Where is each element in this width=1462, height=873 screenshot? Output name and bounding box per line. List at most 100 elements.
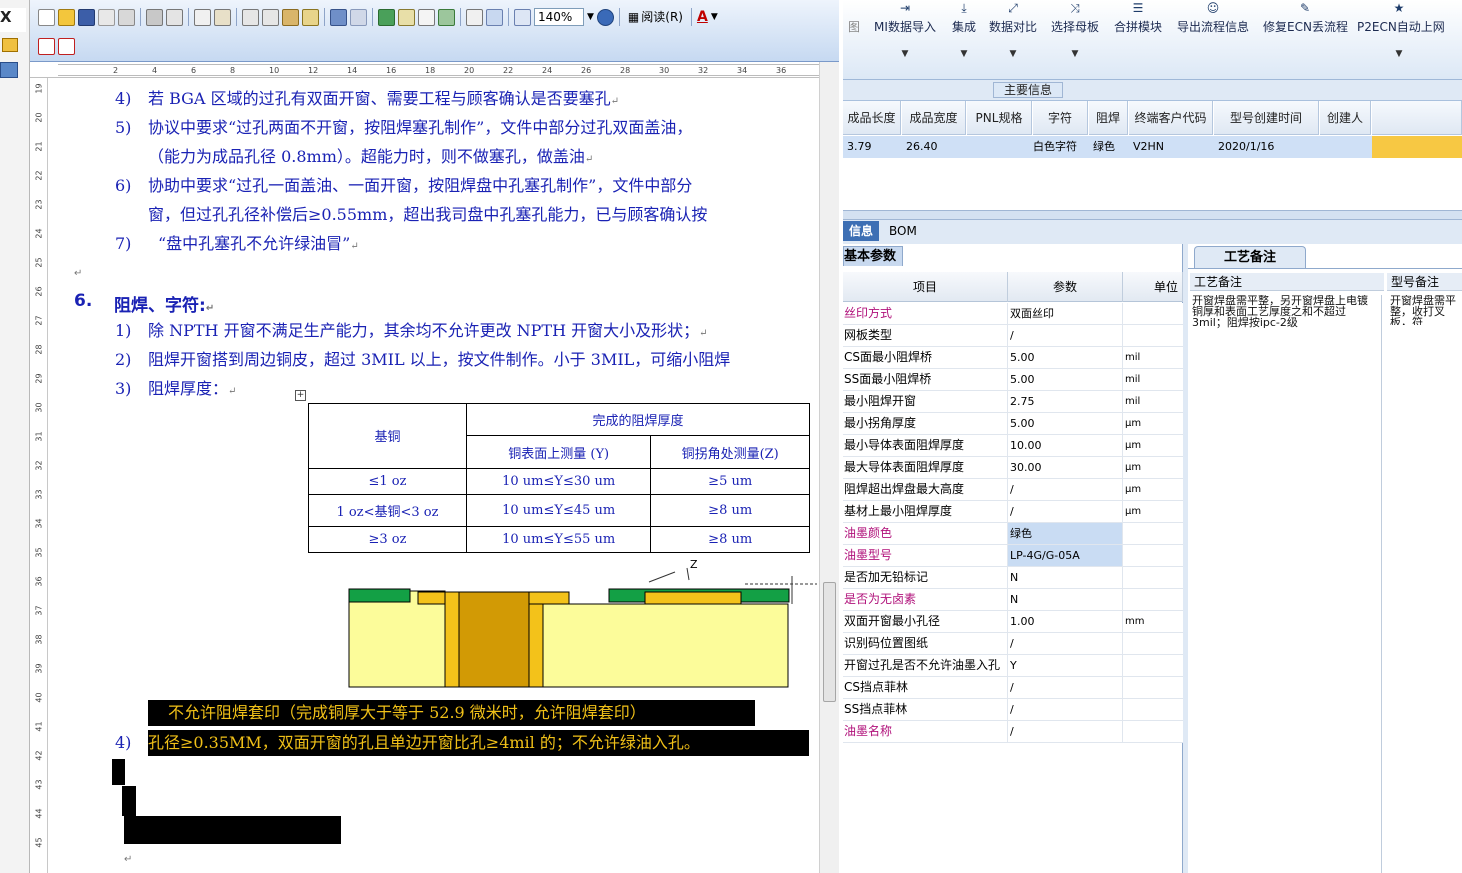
email-icon[interactable] — [118, 8, 135, 26]
p2ecn-auto-online-button[interactable]: ★ P2ECN自动上网 ▼ — [1357, 0, 1445, 70]
select-motherboard-button[interactable]: ⤨ 选择母板 ▼ — [1049, 0, 1101, 70]
folder-icon[interactable] — [2, 38, 18, 52]
params-row[interactable]: 开窗过孔是否不允许油墨入孔 Y — [843, 655, 1183, 677]
params-row[interactable]: 网板类型 / — [843, 325, 1183, 347]
grid-cell[interactable] — [1320, 136, 1372, 158]
vertical-scrollbar[interactable] — [819, 62, 839, 873]
params-value-cell[interactable]: / — [1008, 501, 1123, 522]
params-value-cell[interactable]: 1.00 — [1008, 611, 1123, 632]
research-icon[interactable] — [214, 8, 231, 26]
zoom-dropdown-icon[interactable]: ▼ — [587, 12, 594, 22]
zoom-box[interactable]: 140% — [534, 8, 584, 26]
params-value-cell[interactable]: N — [1008, 589, 1123, 610]
splitter[interactable] — [843, 210, 1462, 220]
grid-cell[interactable] — [967, 136, 1033, 158]
hyperlink-icon[interactable] — [378, 8, 395, 26]
grid-column-header[interactable]: 型号创建时间 — [1214, 101, 1319, 135]
document-page[interactable]: 4) 若 BGA 区域的过孔有双面开窗、需要工程与顾客确认是否要塞孔↵ 5) 协… — [52, 78, 818, 873]
params-row[interactable]: 识别码位置图纸 / — [843, 633, 1183, 655]
tab-bom[interactable]: BOM — [883, 221, 923, 241]
drawing-icon[interactable] — [486, 8, 503, 26]
params-row[interactable]: 最小拐角厚度 5.00 μm — [843, 413, 1183, 435]
scrollbar-thumb[interactable] — [823, 582, 836, 702]
grid-cell[interactable]: 2020/1/16 — [1214, 136, 1320, 158]
help-icon[interactable] — [596, 8, 614, 26]
params-column-header[interactable]: 参数 — [1008, 272, 1123, 302]
vertical-ruler[interactable]: 19 20 21 22 23 24 25 26 27 28 29 30 31 32 33 34 35 36 37 38… — [30, 78, 48, 873]
ribbon-button-partial[interactable]: 图 — [843, 0, 865, 70]
paste-icon[interactable] — [282, 8, 299, 26]
params-row[interactable]: 最小阻焊开窗 2.75 mil — [843, 391, 1183, 413]
params-row[interactable]: 是否为无卤素 N — [843, 589, 1183, 611]
params-value-cell[interactable]: / — [1008, 633, 1123, 654]
grid-column-header[interactable]: 成品宽度 — [902, 101, 966, 135]
open-folder-icon[interactable] — [58, 8, 75, 26]
columns-icon[interactable] — [466, 8, 483, 26]
params-row[interactable]: SS挡点菲林 / — [843, 699, 1183, 721]
undo-icon[interactable] — [330, 8, 347, 26]
cut-icon[interactable] — [242, 8, 259, 26]
params-value-cell[interactable]: / — [1008, 325, 1123, 346]
params-row[interactable]: 基材上最小阻焊厚度 / μm — [843, 501, 1183, 523]
params-value-cell[interactable]: 双面丝印 — [1008, 303, 1123, 324]
grid-cell[interactable]: 白色字符 — [1029, 136, 1089, 158]
params-row[interactable]: 是否加无铅标记 N — [843, 567, 1183, 589]
params-row[interactable]: CS挡点菲林 / — [843, 677, 1183, 699]
grid-cell[interactable]: 3.79 — [843, 136, 902, 158]
params-value-cell[interactable]: / — [1008, 721, 1123, 742]
mi-import-button[interactable]: ⇥ MI数据导入 ▼ — [873, 0, 937, 70]
params-value-cell[interactable]: N — [1008, 567, 1123, 588]
params-row[interactable]: 最大导体表面阻焊厚度 30.00 μm — [843, 457, 1183, 479]
export-flow-button[interactable]: ☺ 导出流程信息 — [1175, 0, 1251, 70]
params-value-cell[interactable]: LP-4G/G-05A — [1008, 545, 1123, 566]
insert-table-icon[interactable] — [418, 8, 435, 26]
dropdown-arrow-icon[interactable]: ▼ — [947, 49, 981, 59]
save-icon[interactable] — [78, 8, 95, 26]
merge-module-button[interactable]: ☰ 合拼模块 — [1111, 0, 1165, 70]
params-row[interactable]: CS面最小阻焊桥 5.00 mil — [843, 347, 1183, 369]
params-value-cell[interactable]: 绿色 — [1008, 523, 1123, 544]
integrate-button[interactable]: ⤓ 集成 ▼ — [947, 0, 981, 70]
table-move-handle-icon[interactable]: + — [295, 390, 306, 401]
fix-ecn-flow-button[interactable]: ✎ 修复ECN丢流程 — [1263, 0, 1348, 70]
print-icon[interactable] — [146, 8, 163, 26]
process-note-text[interactable]: 开窗焊盘需平整，另开窗焊盘上电镀铜厚和表面工艺厚度之和不超过3mil；阻焊按ip… — [1192, 295, 1378, 355]
dropdown-arrow-icon[interactable]: ▼ — [1049, 49, 1101, 59]
params-value-cell[interactable]: 5.00 — [1008, 347, 1123, 368]
params-row[interactable]: SS面最小阻焊桥 5.00 mil — [843, 369, 1183, 391]
grid-column-header[interactable]: PNL规格 — [967, 101, 1032, 135]
dropdown-arrow-icon[interactable]: ▼ — [987, 49, 1039, 59]
insert-excel-icon[interactable] — [438, 8, 455, 26]
model-note-text[interactable]: 开窗焊盘需平整，收打叉板，符 — [1390, 295, 1462, 325]
params-row[interactable]: 油墨名称 / — [843, 721, 1183, 743]
grid-column-header[interactable]: 创建人 — [1320, 101, 1371, 135]
params-value-cell[interactable]: 30.00 — [1008, 457, 1123, 478]
permission-icon[interactable] — [98, 8, 115, 26]
document-map-icon[interactable] — [514, 8, 531, 26]
params-column-header[interactable]: 单位 — [1123, 272, 1183, 302]
params-value-cell[interactable]: 5.00 — [1008, 413, 1123, 434]
redo-icon[interactable] — [350, 8, 367, 26]
params-value-cell[interactable]: 5.00 — [1008, 369, 1123, 390]
read-button[interactable]: ▦ 阅读(R) — [625, 8, 686, 26]
dropdown-arrow-icon[interactable]: ▼ — [1357, 49, 1441, 59]
grid-cell-highlight[interactable] — [1372, 136, 1462, 158]
tab-info[interactable]: 信息 — [843, 221, 880, 241]
params-row[interactable]: 最小导体表面阻焊厚度 10.00 μm — [843, 435, 1183, 457]
notes-scrollbar[interactable] — [1381, 295, 1387, 873]
params-row[interactable]: 双面开窗最小孔径 1.00 mm — [843, 611, 1183, 633]
grid-column-header[interactable]: 成品长度 — [843, 101, 901, 135]
excel-icon[interactable]: X — [0, 8, 26, 32]
app-icon[interactable] — [0, 62, 18, 78]
horizontal-ruler[interactable]: 2 4 6 8 10 12 14 16 18 20 22 24 26 28 30 32 34 36 — [30, 62, 839, 78]
spelling-icon[interactable] — [194, 8, 211, 26]
format-painter-icon[interactable] — [302, 8, 319, 26]
grid-column-header[interactable]: 字符 — [1033, 101, 1088, 135]
tables-borders-icon[interactable] — [398, 8, 415, 26]
data-compare-button[interactable]: ⤢ 数据对比 ▼ — [987, 0, 1039, 70]
new-document-icon[interactable] — [38, 8, 55, 26]
font-color-dropdown-icon[interactable]: ▼ — [711, 12, 718, 22]
params-row[interactable]: 油墨颜色 绿色 — [843, 523, 1183, 545]
grid-cell[interactable]: V2HN — [1129, 136, 1214, 158]
params-column-header[interactable]: 项目 — [843, 272, 1008, 302]
